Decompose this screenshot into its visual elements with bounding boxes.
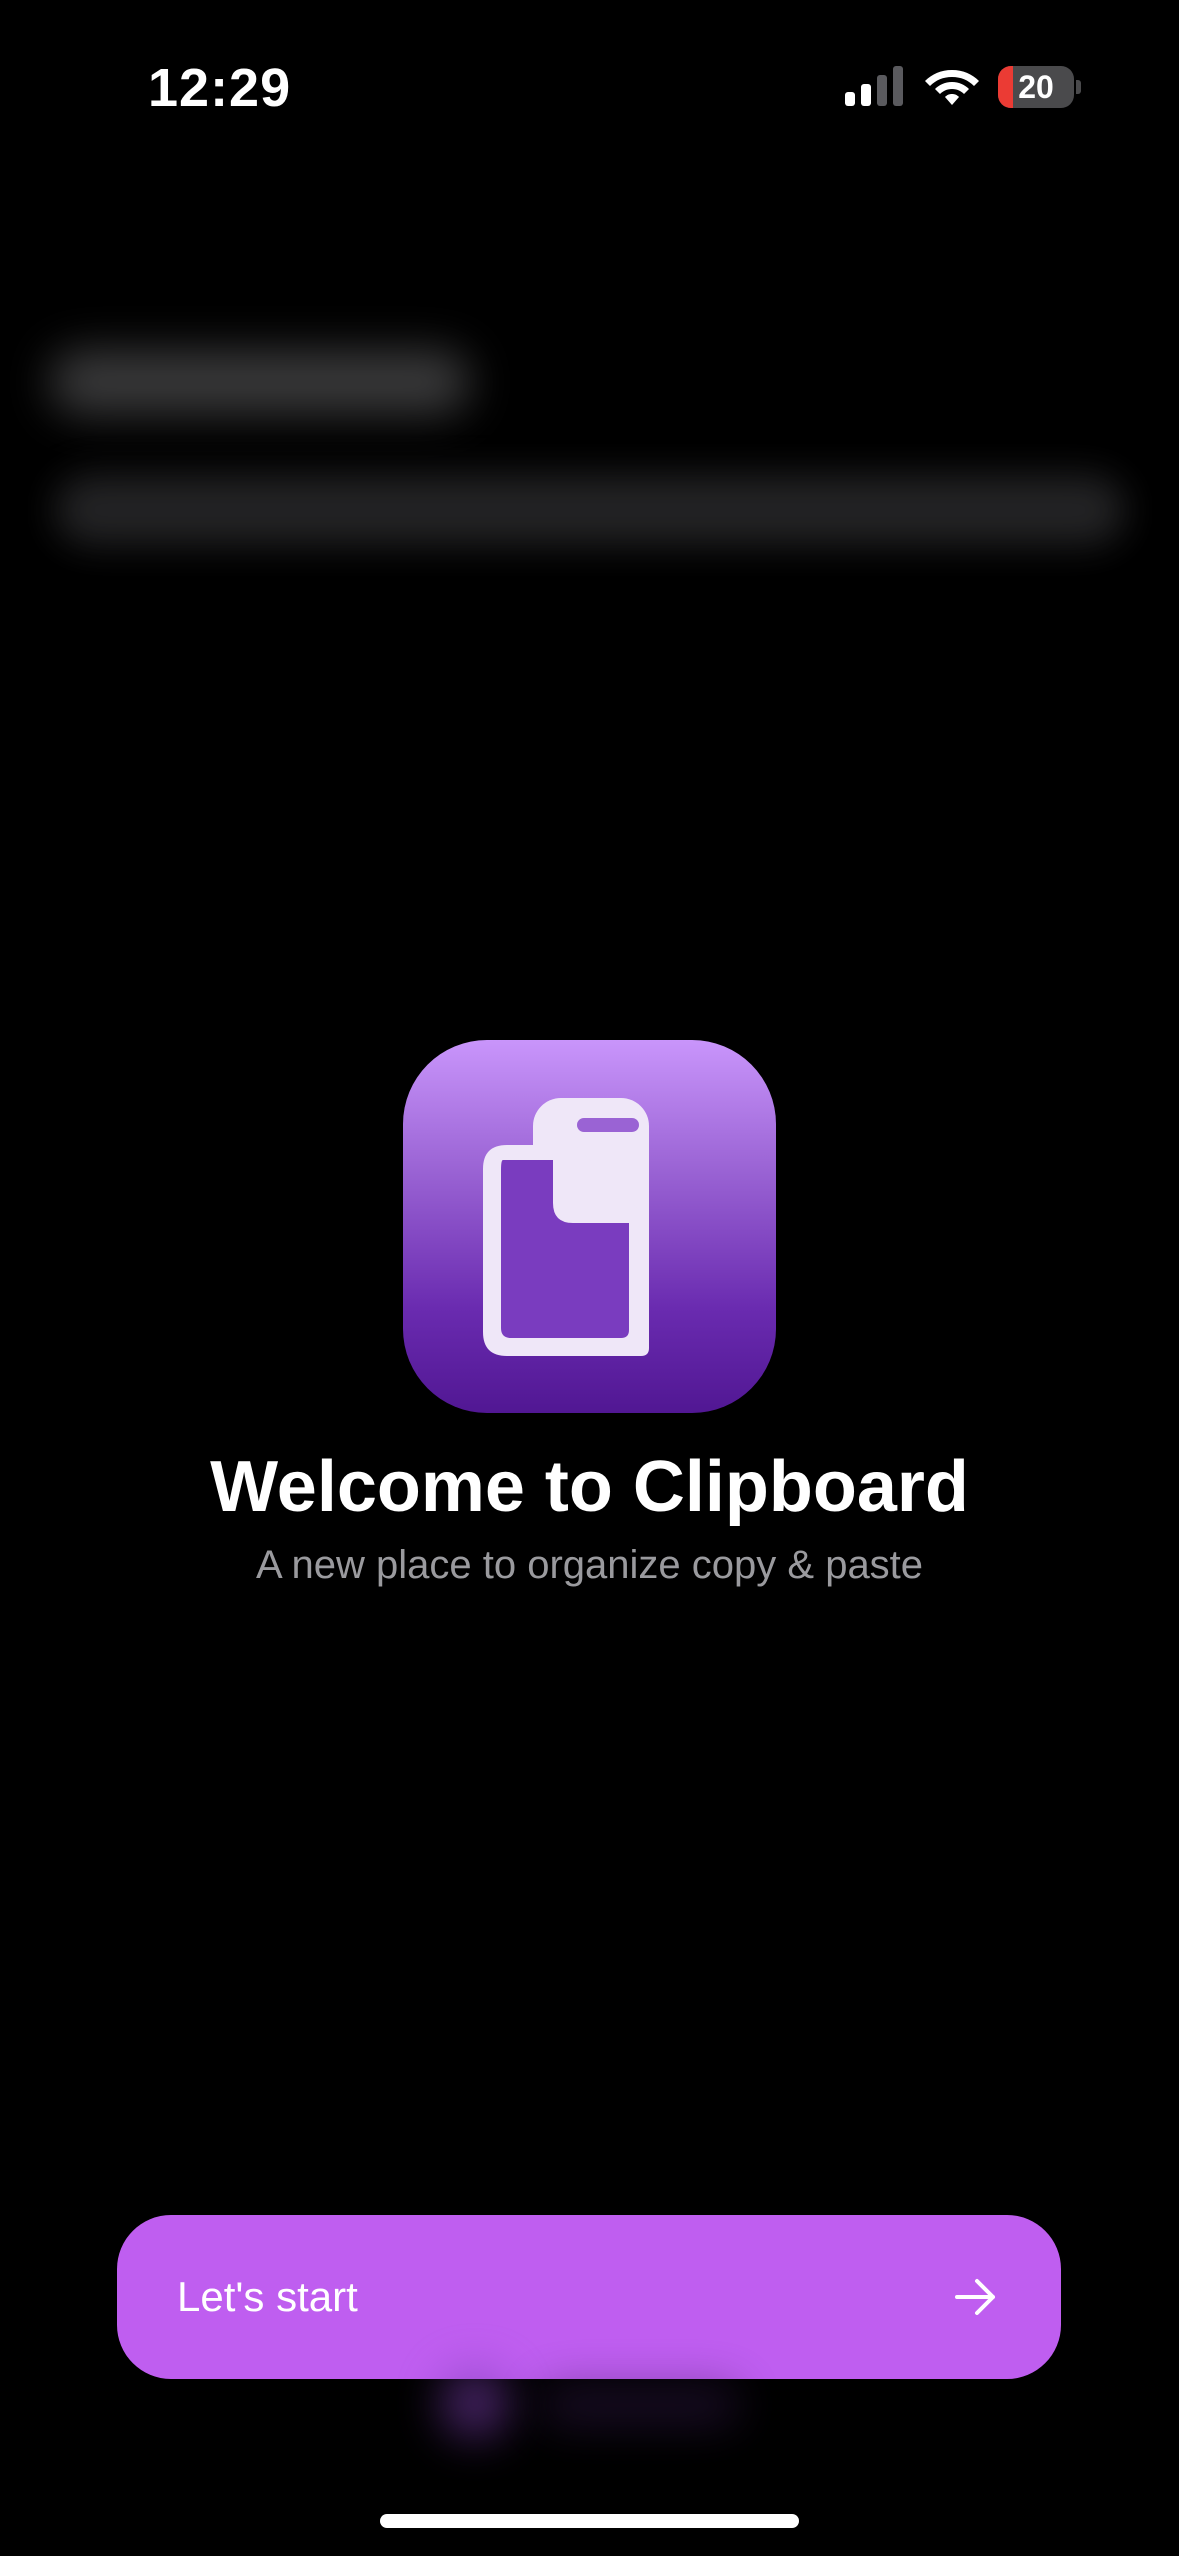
home-indicator[interactable] (380, 2514, 799, 2528)
arrow-right-icon[interactable] (953, 2276, 999, 2318)
welcome-title: Welcome to Clipboard (210, 1447, 969, 1527)
blurred-search-bar (55, 475, 1125, 545)
clipboard-app-icon (403, 1040, 776, 1413)
lets-start-label: Let's start (177, 2273, 358, 2320)
battery-level: 20 (1018, 69, 1054, 105)
cellular-signal-icon (845, 66, 903, 106)
status-time: 12:29 (148, 58, 292, 118)
blurred-title (50, 350, 470, 414)
page-indicator-track (540, 2385, 740, 2425)
lets-start-button[interactable]: Let's start (117, 2215, 1061, 2379)
page-indicator-glow (440, 2368, 510, 2438)
wifi-icon (925, 70, 979, 105)
battery-icon: 20 (998, 66, 1082, 108)
welcome-subtitle: A new place to organize copy & paste (255, 1543, 924, 1587)
